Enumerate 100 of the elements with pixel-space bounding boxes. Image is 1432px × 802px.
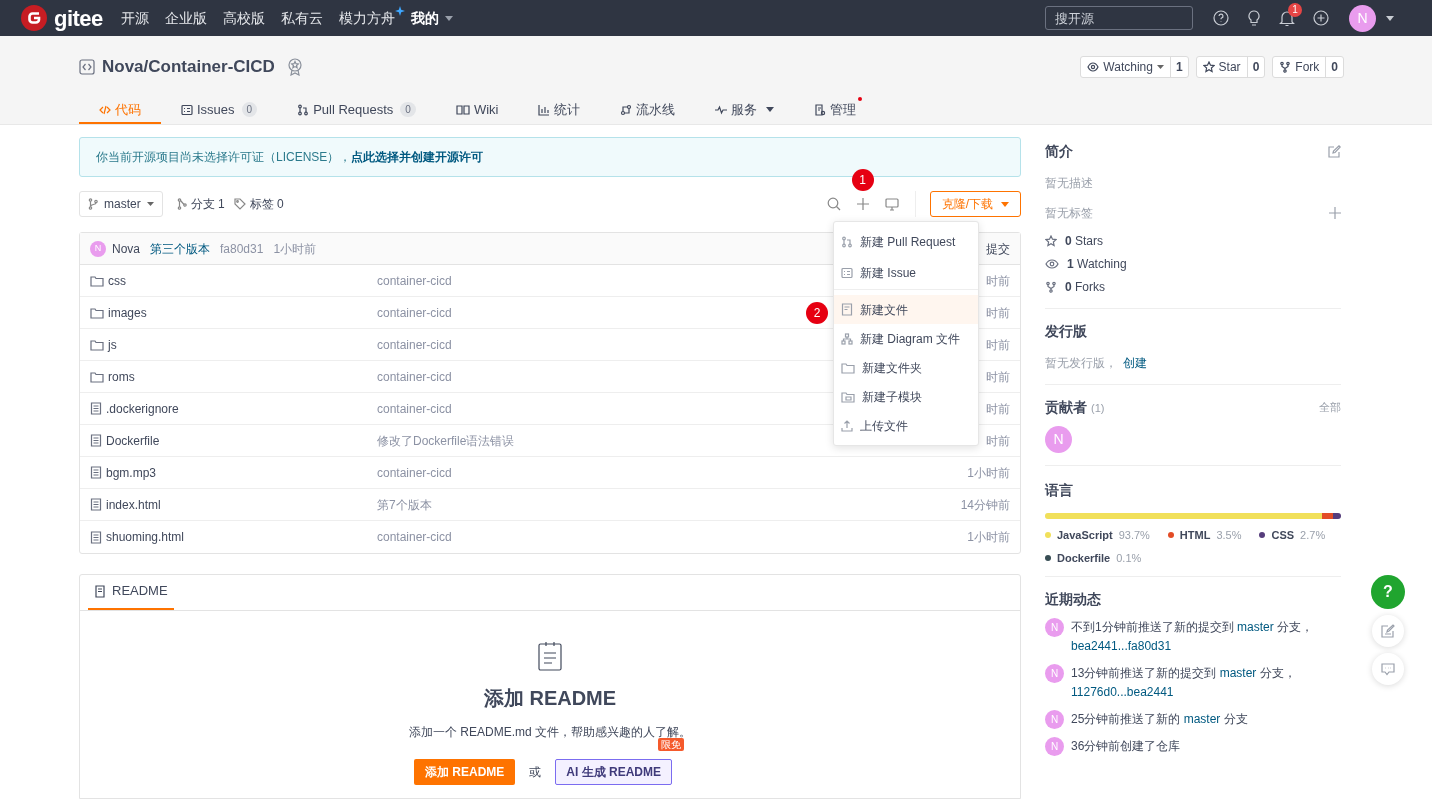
create-release-link[interactable]: 创建 bbox=[1123, 354, 1147, 372]
feedback-button[interactable] bbox=[1372, 615, 1404, 647]
fork-icon bbox=[1279, 60, 1292, 73]
repo-action-button[interactable]: Watching 1 bbox=[1080, 55, 1189, 78]
repo-tab[interactable]: 流水线 bbox=[600, 97, 696, 124]
modified-time: 14分钟前 bbox=[960, 496, 1010, 514]
lightbulb-icon[interactable] bbox=[1247, 9, 1261, 27]
repo-tab[interactable]: 统计 bbox=[518, 97, 601, 124]
or-text: 或 bbox=[529, 764, 542, 781]
monitor-icon[interactable] bbox=[884, 197, 899, 211]
stat-link[interactable]: 0 Stars bbox=[1045, 232, 1341, 250]
activity-link[interactable]: master bbox=[1219, 666, 1257, 680]
language-name: HTML bbox=[1179, 528, 1211, 543]
repo-title[interactable]: Nova/Container-CICD bbox=[102, 53, 275, 80]
user-avatar: N bbox=[1045, 710, 1064, 729]
language-percent: 0.1% bbox=[1116, 550, 1142, 566]
language-percent: 2.7% bbox=[1300, 528, 1326, 543]
menu-item[interactable]: 新建文件 bbox=[834, 295, 978, 324]
nav-link[interactable]: 模力方舟 bbox=[330, 7, 403, 29]
caret-down-icon bbox=[146, 202, 154, 206]
tag-count-link[interactable]: 标签 0 bbox=[233, 195, 284, 213]
nav-link[interactable]: 高校版 bbox=[214, 7, 273, 29]
file-name-link[interactable]: css bbox=[90, 271, 377, 290]
step-number-badge: 2 bbox=[806, 302, 828, 324]
menu-item[interactable]: 新建 Issue bbox=[834, 256, 978, 290]
file-name-link[interactable]: images bbox=[90, 303, 377, 322]
menu-item[interactable]: 新建子模块 bbox=[834, 382, 978, 411]
readme-heading: 添加 README bbox=[483, 686, 617, 711]
count-badge: 0 bbox=[241, 102, 258, 117]
branch-selector[interactable]: master bbox=[79, 191, 163, 217]
readme-tab[interactable]: README bbox=[88, 575, 174, 610]
pipeline-icon bbox=[620, 103, 633, 116]
repo-tab[interactable]: 管理 bbox=[794, 97, 877, 124]
commit-message[interactable]: 第三个版本 bbox=[150, 239, 210, 258]
caret-down-icon bbox=[1156, 64, 1164, 69]
notification-bell-icon[interactable] bbox=[1279, 9, 1295, 27]
repo-tab[interactable]: 服务 bbox=[695, 97, 795, 124]
repo-action-button[interactable]: Star 0 bbox=[1195, 55, 1266, 78]
repo-tab[interactable]: Wiki bbox=[435, 97, 519, 124]
search-field[interactable]: 搜开源 bbox=[1045, 6, 1193, 30]
file-name-link[interactable]: index.html bbox=[90, 495, 377, 514]
repo-tab[interactable]: Pull Requests 0 bbox=[277, 97, 436, 124]
activity-link[interactable]: 11276d0...bea2441 bbox=[1071, 685, 1174, 699]
menu-item[interactable]: 上传文件 bbox=[834, 411, 978, 440]
language-percent: 3.5% bbox=[1216, 528, 1242, 543]
user-avatar: N bbox=[1045, 618, 1064, 637]
code-icon bbox=[99, 103, 111, 116]
sparkle-icon bbox=[394, 5, 405, 16]
file-name-link[interactable]: roms bbox=[90, 367, 377, 386]
license-link[interactable]: 点此选择并创建开源许可 bbox=[351, 148, 484, 166]
gitee-logo-icon[interactable] bbox=[20, 4, 48, 32]
language-name: Dockerfile bbox=[1057, 550, 1111, 566]
readme-description: 添加一个 README.md 文件，帮助感兴趣的人了解。 bbox=[409, 724, 691, 740]
modified-time: 时前 bbox=[986, 304, 1010, 322]
nav-link[interactable]: 私有云 bbox=[272, 7, 331, 29]
modified-time: 时前 bbox=[986, 272, 1010, 290]
repo-tab[interactable]: Issues 0 bbox=[161, 97, 278, 124]
file-name-link[interactable]: Dockerfile bbox=[90, 431, 377, 450]
activity-link[interactable]: master bbox=[1237, 620, 1274, 634]
nav-link[interactable]: 企业版 bbox=[156, 7, 215, 29]
file-name-link[interactable]: js bbox=[90, 335, 377, 354]
diagram-icon bbox=[841, 332, 853, 345]
activity-link[interactable]: bea2441...fa80d31 bbox=[1071, 639, 1172, 653]
activity-link[interactable]: master bbox=[1183, 712, 1221, 726]
file-name-link[interactable]: bgm.mp3 bbox=[90, 463, 377, 482]
caret-down-icon bbox=[1001, 201, 1009, 207]
nav-link[interactable]: 我的 bbox=[402, 7, 461, 29]
file-name-link[interactable]: shuoming.html bbox=[90, 528, 377, 546]
help-icon[interactable] bbox=[1213, 10, 1229, 26]
commit-author[interactable]: Nova bbox=[112, 239, 140, 258]
badge-icon bbox=[286, 57, 303, 76]
document-gear-icon bbox=[814, 103, 827, 116]
modified-time: 时前 bbox=[986, 336, 1010, 354]
menu-item[interactable]: 新建 Diagram 文件 bbox=[834, 324, 978, 353]
file-name-link[interactable]: .dockerignore bbox=[90, 399, 377, 418]
stat-link[interactable]: 0 Forks bbox=[1045, 278, 1341, 296]
nav-link[interactable]: 开源 bbox=[112, 7, 157, 29]
eye-icon bbox=[1087, 60, 1100, 73]
language-name: JavaScript bbox=[1057, 528, 1113, 543]
issue-icon bbox=[181, 103, 193, 116]
plus-icon[interactable] bbox=[1329, 207, 1341, 219]
ai-generate-readme-button[interactable]: AI 生成 README bbox=[555, 759, 672, 785]
edit-icon bbox=[1381, 624, 1395, 638]
search-icon[interactable] bbox=[826, 197, 841, 211]
menu-item[interactable]: 新建文件夹 bbox=[834, 353, 978, 382]
section-title: 简介 bbox=[1045, 142, 1073, 161]
plus-circle-icon[interactable] bbox=[1313, 10, 1329, 26]
user-avatar: N bbox=[1045, 664, 1064, 683]
plus-icon[interactable] bbox=[855, 197, 870, 211]
modified-time: 时前 bbox=[986, 432, 1010, 450]
releases-text: 暂无发行版， bbox=[1045, 355, 1117, 372]
edit-icon[interactable] bbox=[1328, 145, 1341, 158]
repo-action-button[interactable]: Fork 0 bbox=[1272, 55, 1344, 78]
free-badge: 限免 bbox=[658, 738, 684, 751]
stat-link[interactable]: 1 Watching bbox=[1045, 255, 1341, 273]
modified-time: 时前 bbox=[986, 368, 1010, 386]
section-title: 发行版 bbox=[1045, 322, 1088, 341]
branch-count-link[interactable]: 分支 1 bbox=[176, 195, 225, 213]
activity-text: 13分钟前推送了新的提交到 master 分支， 11276d0...bea2441 bbox=[1071, 665, 1297, 701]
menu-item[interactable]: 新建 Pull Request bbox=[834, 227, 978, 256]
